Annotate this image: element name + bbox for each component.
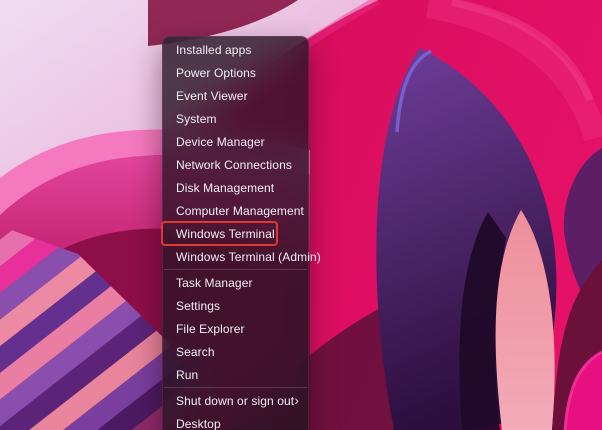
menu-item-label: Event Viewer xyxy=(176,89,248,103)
menu-item-label: Windows Terminal xyxy=(176,227,275,241)
menu-item-label: Installed apps xyxy=(176,43,251,57)
winx-power-user-menu: Installed apps Power Options Event Viewe… xyxy=(162,36,309,430)
menu-item-installed-apps[interactable]: Installed apps xyxy=(163,38,308,61)
menu-item-label: Windows Terminal (Admin) xyxy=(176,250,321,264)
menu-item-power-options[interactable]: Power Options xyxy=(163,61,308,84)
menu-item-label: Search xyxy=(176,345,215,359)
menu-item-label: Network Connections xyxy=(176,158,292,172)
menu-item-disk-management[interactable]: Disk Management xyxy=(163,176,308,199)
menu-item-label: System xyxy=(176,112,217,126)
menu-item-label: Computer Management xyxy=(176,204,304,218)
menu-item-label: Task Manager xyxy=(176,276,253,290)
menu-item-device-manager[interactable]: Device Manager xyxy=(163,130,308,153)
menu-item-task-manager[interactable]: Task Manager xyxy=(163,271,308,294)
menu-item-label: Desktop xyxy=(176,417,221,430)
desktop[interactable]: Installed apps Power Options Event Viewe… xyxy=(0,0,602,430)
chevron-right-icon: › xyxy=(294,393,299,407)
menu-item-label: Shut down or sign out xyxy=(176,394,294,408)
menu-item-label: File Explorer xyxy=(176,322,245,336)
menu-item-windows-terminal[interactable]: Windows Terminal xyxy=(163,222,308,245)
menu-item-run[interactable]: Run xyxy=(163,363,308,386)
menu-item-system[interactable]: System xyxy=(163,107,308,130)
menu-item-label: Device Manager xyxy=(176,135,265,149)
menu-item-computer-management[interactable]: Computer Management xyxy=(163,199,308,222)
menu-separator xyxy=(164,387,307,388)
menu-item-settings[interactable]: Settings xyxy=(163,294,308,317)
menu-item-network-connections[interactable]: Network Connections xyxy=(163,153,308,176)
menu-item-event-viewer[interactable]: Event Viewer xyxy=(163,84,308,107)
menu-item-file-explorer[interactable]: File Explorer xyxy=(163,317,308,340)
menu-item-desktop[interactable]: Desktop xyxy=(163,412,308,430)
menu-item-label: Power Options xyxy=(176,66,256,80)
menu-item-search[interactable]: Search xyxy=(163,340,308,363)
menu-item-shutdown-or-sign-out[interactable]: Shut down or sign out › xyxy=(163,389,308,412)
menu-item-label: Run xyxy=(176,368,198,382)
menu-item-label: Settings xyxy=(176,299,220,313)
menu-item-label: Disk Management xyxy=(176,181,274,195)
menu-separator xyxy=(164,269,307,270)
menu-item-windows-terminal-admin[interactable]: Windows Terminal (Admin) xyxy=(163,245,308,268)
